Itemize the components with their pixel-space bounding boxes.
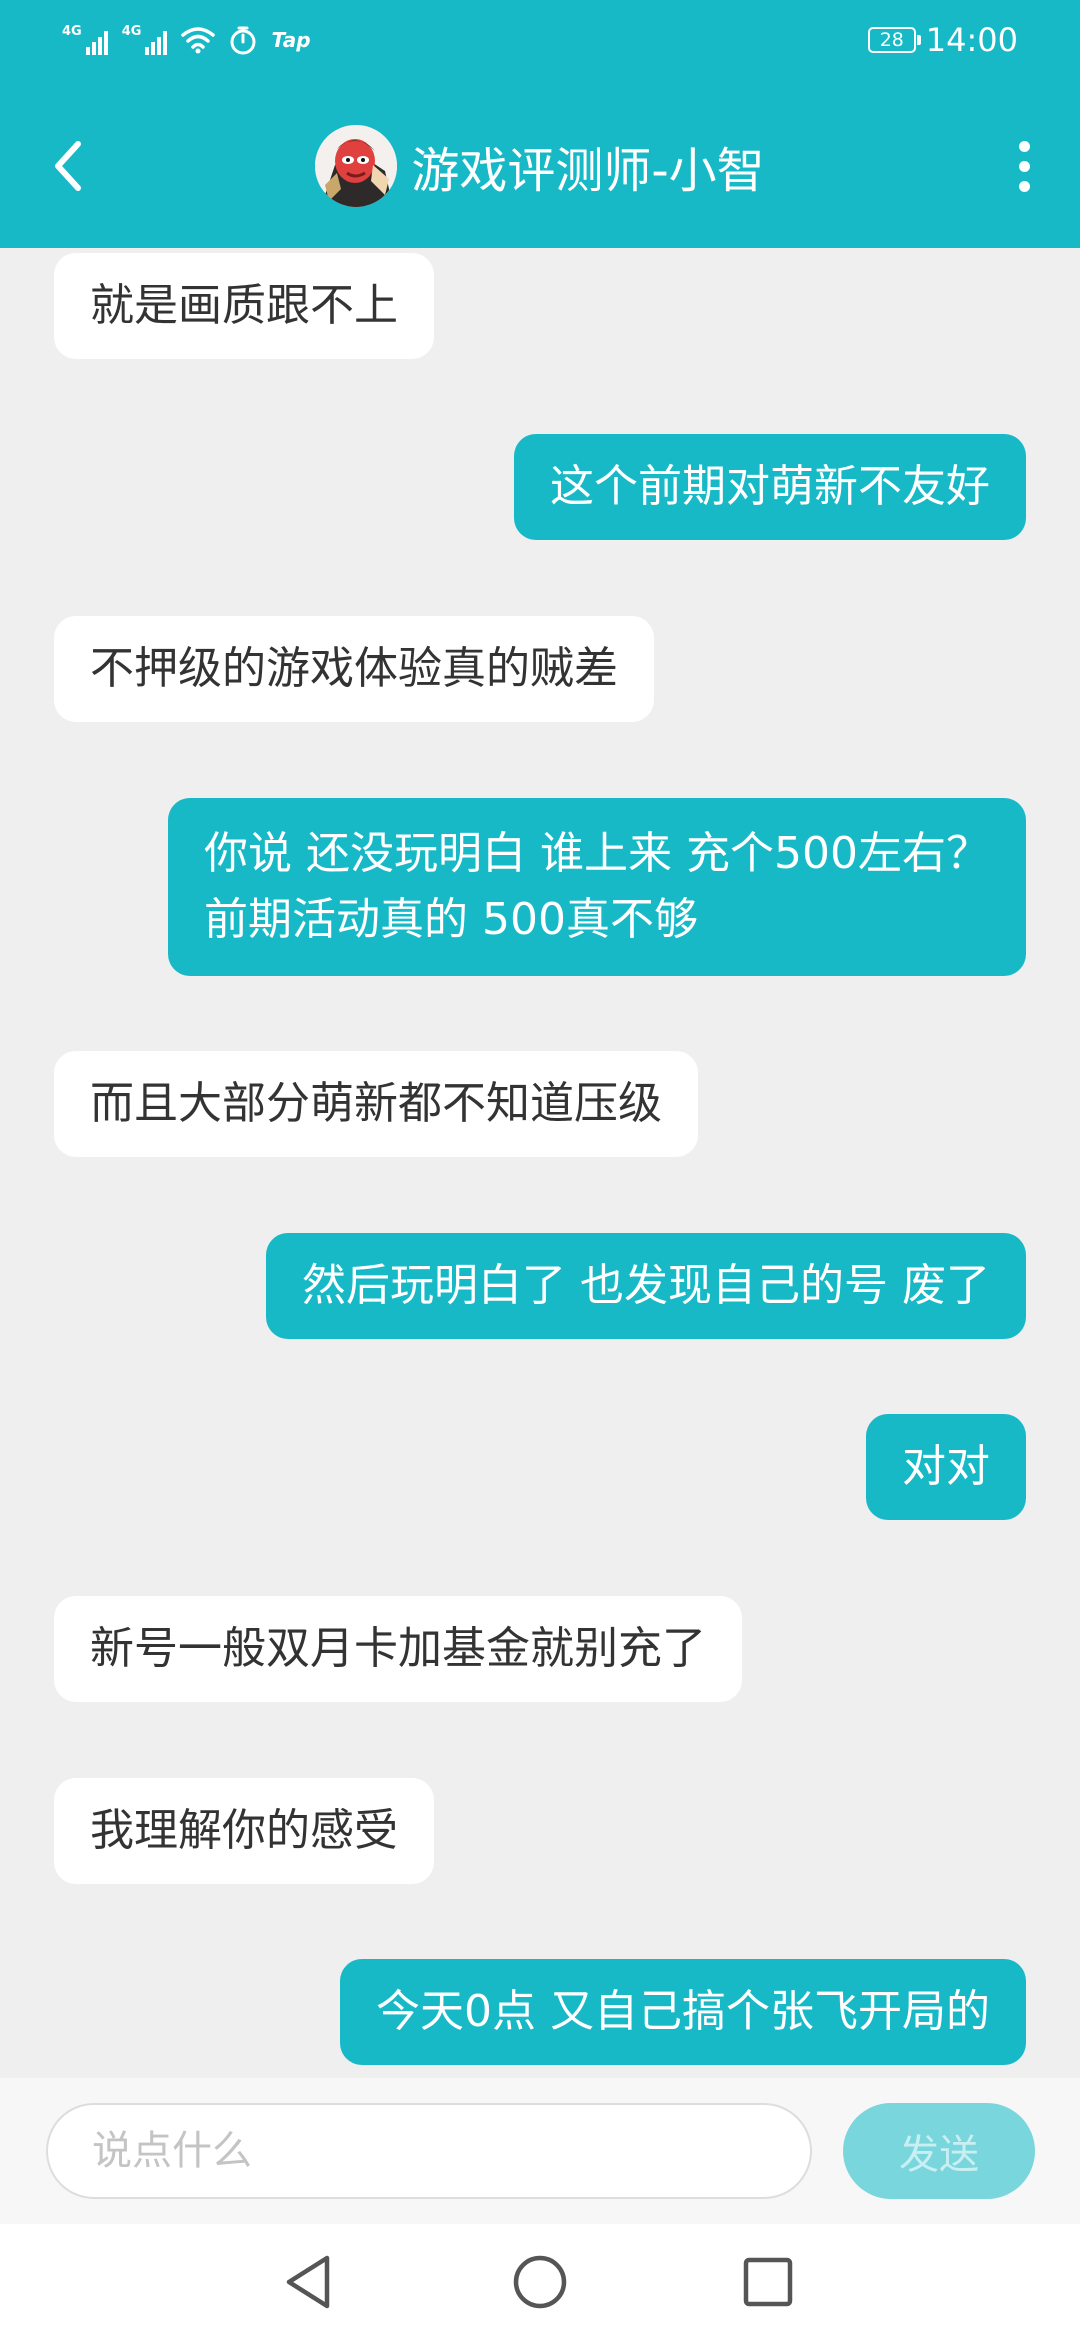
message-text: 不押级的游戏体验真的贼差: [90, 643, 618, 694]
tap-app-label: Tap: [271, 28, 311, 52]
message-text: 我理解你的感受: [90, 1805, 398, 1856]
message-bubble-outgoing[interactable]: 今天0点 又自己搞个张飞开局的: [340, 1959, 1026, 2065]
send-button[interactable]: 发送: [843, 2103, 1035, 2199]
nav-back-button[interactable]: [278, 2252, 338, 2312]
status-time: 14:00: [925, 21, 1018, 59]
signal-icon-2: 4G: [122, 25, 168, 55]
square-recents-icon: [743, 2257, 793, 2307]
wifi-icon: [181, 27, 216, 54]
message-text-multiline: 你说 还没玩明白 谁上来 充个500左右？ 前期活动真的 500真不够: [204, 821, 990, 953]
title-bar: 游戏评测师-小智: [0, 120, 1080, 212]
message-bubble-outgoing[interactable]: 你说 还没玩明白 谁上来 充个500左右？ 前期活动真的 500真不够: [168, 798, 1026, 976]
message-bubble-incoming[interactable]: 不押级的游戏体验真的贼差: [54, 616, 654, 722]
circle-home-icon: [513, 2255, 567, 2309]
message-line: 前期活动真的 500真不够: [204, 894, 699, 945]
battery-icon: 28: [867, 27, 921, 53]
message-text: 然后玩明白了 也发现自己的号 废了: [302, 1260, 990, 1311]
message-text: 对对: [902, 1441, 990, 1492]
message-text: 而且大部分萌新都不知道压级: [90, 1078, 662, 1129]
nav-home-button[interactable]: [510, 2252, 570, 2312]
more-options-button[interactable]: [992, 134, 1056, 198]
message-text: 这个前期对萌新不友好: [550, 461, 990, 512]
message-input[interactable]: [46, 2103, 812, 2199]
status-bar-right: 28 14:00: [867, 16, 1018, 64]
message-text: 今天0点 又自己搞个张飞开局的: [376, 1986, 990, 2037]
message-line: 你说 还没玩明白 谁上来 充个500左右？: [204, 828, 990, 879]
message-bubble-incoming[interactable]: 而且大部分萌新都不知道压级: [54, 1051, 698, 1157]
message-bubble-incoming[interactable]: 新号一般双月卡加基金就别充了: [54, 1596, 742, 1702]
timer-icon: [230, 26, 256, 55]
nav-recents-button[interactable]: [738, 2252, 798, 2312]
signal-icon-1: 4G: [62, 25, 108, 55]
triangle-back-icon: [286, 2255, 330, 2309]
battery-level: 28: [879, 29, 904, 51]
message-bubble-incoming[interactable]: 我理解你的感受: [54, 1778, 434, 1884]
network-type-label: 4G: [62, 24, 82, 39]
more-vertical-icon: [1018, 140, 1030, 152]
message-list[interactable]: 就是画质跟不上 这个前期对萌新不友好 不押级的游戏体验真的贼差 你说 还没玩明白…: [0, 248, 1080, 2078]
message-composer: 发送: [0, 2078, 1080, 2224]
message-bubble-outgoing[interactable]: 对对: [866, 1414, 1026, 1520]
app-header: 4G 4G Tap 28 14:00 游戏评测师-小智: [0, 0, 1080, 248]
message-text: 新号一般双月卡加基金就别充了: [90, 1623, 706, 1674]
message-bubble-outgoing[interactable]: 然后玩明白了 也发现自己的号 废了: [266, 1233, 1026, 1339]
message-text: 就是画质跟不上: [90, 280, 398, 331]
message-bubble-outgoing[interactable]: 这个前期对萌新不友好: [514, 434, 1026, 540]
status-bar-left: 4G 4G Tap: [62, 20, 311, 60]
avatar[interactable]: [315, 125, 398, 207]
network-type-label: 4G: [121, 24, 142, 39]
title-group: 游戏评测师-小智: [0, 120, 1080, 212]
message-bubble-incoming[interactable]: 就是画质跟不上: [54, 253, 434, 359]
avatar-image: [315, 125, 398, 207]
chat-title: 游戏评测师-小智: [411, 143, 765, 199]
system-navigation-bar: [0, 2224, 1080, 2340]
